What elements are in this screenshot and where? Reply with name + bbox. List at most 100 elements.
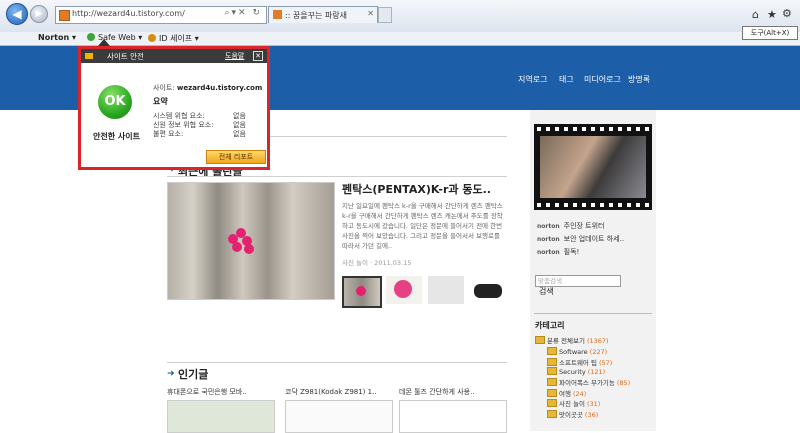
category-item[interactable]: Software (227)	[547, 347, 607, 356]
back-button[interactable]: ◀	[6, 3, 28, 25]
search-button[interactable]: 검색	[539, 286, 554, 297]
nav-guestbook[interactable]: 방명록	[628, 74, 650, 85]
site-prefix: 사이트:	[153, 84, 175, 92]
category-name: 맛이곳곳	[559, 411, 583, 419]
category-item[interactable]: 소프트웨어 팁 (57)	[547, 357, 612, 367]
risk-label: 불편 요소:	[153, 130, 184, 138]
category-count: (31)	[587, 400, 601, 408]
folder-icon	[547, 389, 557, 397]
id-safe-label: ID 세이프	[159, 34, 193, 43]
category-item[interactable]: 파이어폭스 부가기능 (85)	[547, 377, 630, 387]
category-name: 여행	[559, 390, 571, 398]
id-safe-icon	[148, 34, 156, 42]
profile-photo	[540, 136, 646, 198]
tab-close-icon[interactable]: ✕	[367, 9, 374, 18]
category-name: Software	[559, 348, 588, 356]
safe-web-icon	[87, 33, 95, 41]
category-title: 카테고리	[535, 321, 565, 330]
divider	[534, 313, 652, 314]
category-item[interactable]: 맛이곳곳 (36)	[547, 409, 598, 419]
news-link[interactable]: norton 주인장 트위터	[537, 221, 605, 231]
forward-button[interactable]: ▶	[30, 5, 48, 23]
safe-web-button[interactable]: Safe Web ▾	[87, 33, 142, 42]
post-thumbnail[interactable]	[167, 182, 335, 300]
safe-site-label: 안전한 사이트	[93, 132, 140, 141]
news-link-text: 주인장 트위터	[563, 222, 605, 230]
post-excerpt: 지난 일요일에 펜탁스 k-r을 구매해서 간단하게 렌즈 펜탁스 k-r을 구…	[342, 202, 503, 250]
news-link[interactable]: norton 필독!	[537, 247, 579, 257]
risk-value: 없음	[233, 130, 246, 138]
category-name: Security	[559, 368, 586, 376]
gallery-thumb[interactable]	[386, 276, 422, 304]
id-safe-button[interactable]: ID 세이프 ▾	[148, 33, 199, 44]
folder-icon	[547, 410, 557, 418]
popular-post-thumb[interactable]	[285, 400, 393, 433]
gallery-thumb[interactable]	[342, 276, 382, 308]
nav-location-log[interactable]: 지역로그	[518, 74, 547, 85]
popular-post-link[interactable]: 휴대폰으로 국민은행 모바..	[167, 387, 247, 397]
new-tab-button[interactable]	[378, 7, 392, 23]
folder-icon	[535, 336, 545, 344]
address-url[interactable]: http://wezard4u.tistory.com/	[72, 9, 185, 18]
film-holes	[537, 203, 649, 207]
tools-tooltip: 도구(Alt+X)	[742, 26, 798, 40]
category-count: (227)	[589, 348, 608, 356]
site-favicon-icon	[59, 10, 70, 21]
site-line: 사이트: wezard4u.tistory.com	[153, 83, 262, 93]
norton-label: Norton	[38, 33, 70, 42]
ok-badge-icon: OK	[98, 85, 132, 119]
category-count: (24)	[572, 390, 587, 398]
home-icon[interactable]: ⌂	[752, 8, 759, 21]
nav-tag[interactable]: 태그	[559, 74, 574, 85]
arrow-icon: ➜	[167, 369, 175, 379]
news-link[interactable]: norton 보안 업데이트 하세..	[537, 234, 624, 244]
flower-image	[356, 286, 366, 296]
film-holes	[537, 127, 649, 131]
category-item[interactable]: Security (121)	[547, 367, 605, 376]
full-report-button[interactable]: 전체 리포트	[206, 150, 266, 164]
popular-post-link[interactable]: 코닥 Z981(Kodak Z981) 1..	[285, 387, 377, 397]
norton-logo-icon	[85, 53, 93, 59]
norton-menu-button[interactable]: Norton ▾	[38, 33, 76, 42]
lens-image	[474, 284, 502, 298]
category-item[interactable]: 분류 전체보기 (1367)	[535, 335, 609, 345]
category-name: 사진 놀이	[559, 400, 585, 408]
norton-site-safety-popup: 사이트 안전 도움말 ✕ OK 안전한 사이트 사이트: wezard4u.ti…	[78, 46, 270, 170]
post-date: 사진 놀이 · 2011.03.15	[342, 259, 412, 267]
news-link-text: 보안 업데이트 하세..	[563, 235, 625, 243]
address-bar[interactable]: http://wezard4u.tistory.com/ ⌕▾✕ ↻	[55, 6, 267, 24]
popup-title: 사이트 안전	[107, 52, 144, 61]
tools-gear-icon[interactable]: ⚙	[782, 7, 792, 20]
category-count: (57)	[598, 359, 613, 367]
popular-posts-title: 인기글	[178, 368, 209, 381]
category-count: (85)	[616, 379, 631, 387]
news-link-text: 필독!	[563, 248, 580, 256]
gallery-thumb[interactable]	[470, 276, 506, 304]
favorites-star-icon[interactable]: ★	[767, 8, 777, 21]
site-value: wezard4u.tistory.com	[176, 84, 263, 92]
folder-icon	[547, 358, 557, 366]
category-count: (121)	[587, 368, 606, 376]
folder-icon	[547, 378, 557, 386]
divider	[167, 176, 507, 177]
popup-titlebar: 사이트 안전 도움말 ✕	[81, 49, 267, 63]
popular-post-thumb[interactable]	[167, 400, 275, 433]
popular-post-link[interactable]: 데몬 툴즈 간단하게 사용..	[399, 387, 475, 397]
norton-tag: norton	[537, 223, 560, 230]
nav-media-log[interactable]: 미디어로그	[584, 74, 621, 85]
folder-icon	[547, 399, 557, 407]
post-title[interactable]: 펜탁스(PENTAX)K-r과 동도..	[342, 181, 491, 197]
popup-help-link[interactable]: 도움말	[225, 51, 244, 61]
category-count: (36)	[584, 411, 599, 419]
category-item[interactable]: 사진 놀이 (31)	[547, 398, 600, 408]
category-name: 파이어폭스 부가기능	[559, 379, 615, 387]
category-item[interactable]: 여행 (24)	[547, 388, 586, 398]
address-controls[interactable]: ⌕▾✕ ↻	[224, 8, 262, 18]
gallery-thumb[interactable]	[428, 276, 464, 304]
norton-tag: norton	[537, 236, 560, 243]
flower-image	[228, 228, 258, 254]
popular-post-thumb[interactable]	[399, 400, 507, 433]
browser-tab[interactable]: :: 꿈을꾸는 파랑새 ✕	[268, 6, 378, 23]
popup-close-icon[interactable]: ✕	[253, 51, 263, 61]
folder-icon	[547, 367, 557, 375]
